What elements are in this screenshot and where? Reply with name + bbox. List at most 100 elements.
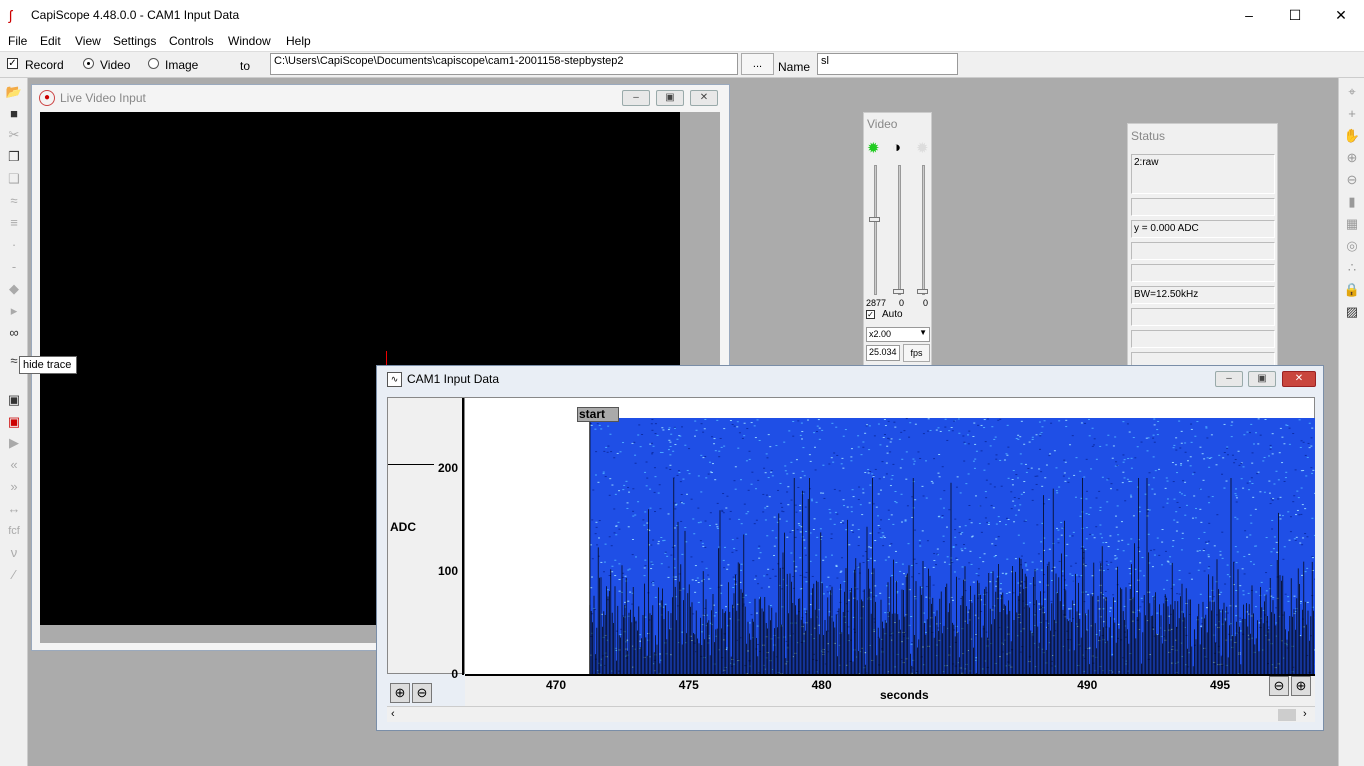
auto-label: Auto (882, 309, 903, 320)
zoom-in-icon[interactable]: ⊕ (1343, 149, 1361, 167)
video-panel-title: Video (867, 117, 898, 131)
horizontal-scrollbar[interactable]: ‹ › (387, 706, 1315, 722)
scroll-thumb[interactable] (1278, 709, 1296, 721)
minimize-button[interactable]: – (1226, 0, 1272, 31)
cam1-restore[interactable]: ▣ (1248, 371, 1276, 387)
zoom-select[interactable]: x2.00 ▼ (866, 327, 930, 342)
live-video-close[interactable]: ✕ (690, 90, 718, 106)
dash-icon[interactable]: - (5, 258, 23, 276)
x-tick-label: 490 (1077, 678, 1098, 692)
nu-icon[interactable]: ν (5, 544, 23, 562)
cam1-minimize[interactable]: – (1215, 371, 1243, 387)
hand-icon[interactable]: ✋ (1343, 127, 1361, 145)
menu-help[interactable]: Help (286, 34, 311, 48)
trigger-line[interactable] (388, 464, 434, 465)
fps-button[interactable]: fps (903, 344, 930, 362)
lock-icon[interactable]: 🔒 (1343, 281, 1361, 299)
arrow-marker-icon[interactable]: ▸ (5, 302, 23, 320)
zoom-value: x2.00 (869, 329, 892, 339)
cursor-marker (386, 351, 387, 365)
cam1-close[interactable]: ✕ (1282, 371, 1316, 387)
menu-window[interactable]: Window (228, 34, 271, 48)
path-field[interactable]: C:\Users\CapiScope\Documents\capiscope\c… (270, 53, 738, 75)
link-icon[interactable]: ↔ (5, 500, 23, 518)
contrast-slider-thumb[interactable] (893, 289, 904, 294)
saturation-slider-track[interactable] (922, 165, 925, 295)
play-icon[interactable]: ▶ (5, 434, 23, 452)
contrast-value: 0 (899, 298, 905, 308)
image-radio[interactable] (148, 58, 159, 69)
menu-settings[interactable]: Settings (113, 34, 156, 48)
plot-area[interactable]: start (465, 397, 1315, 675)
live-video-minimize[interactable]: – (622, 90, 650, 106)
wave-icon[interactable]: ≈ (5, 192, 23, 210)
menu-edit[interactable]: Edit (40, 34, 61, 48)
chevron-down-icon: ▼ (919, 328, 927, 337)
rewind-icon[interactable]: « (5, 456, 23, 474)
cam1-window: ∿ CAM1 Input Data – ▣ ✕ ADC 200 100 0 ⊕ … (376, 365, 1324, 731)
browse-button[interactable]: ... (741, 53, 774, 75)
cut-icon[interactable]: ✂ (5, 126, 23, 144)
forward-icon[interactable]: » (5, 478, 23, 496)
slope-icon[interactable]: ∕ (5, 566, 23, 584)
clipboard-icon[interactable]: ▮ (1343, 193, 1361, 211)
image-edit-icon[interactable]: ▨ (1343, 303, 1361, 321)
crosshair-icon[interactable]: ⌖ (1343, 83, 1361, 101)
maximize-button[interactable]: ☐ (1272, 0, 1318, 31)
left-toolbar: 📂 ■ ✂ ❐ ❑ ≈ ≡ · - ◆ ▸ ∞ ≈ ▣ ▣ ▶ « » ↔ fc… (0, 78, 28, 766)
saturation-value: 0 (923, 298, 929, 308)
menu-bar: File Edit View Settings Controls Window … (0, 31, 1364, 51)
record-checkbox[interactable]: ✓ (7, 58, 18, 69)
menu-file[interactable]: File (8, 34, 27, 48)
fcf-icon[interactable]: fcf (5, 522, 23, 540)
dot-icon[interactable]: · (5, 236, 23, 254)
status-row: y = 0.000 ADC (1131, 220, 1275, 238)
copy-icon[interactable]: ❐ (5, 148, 23, 166)
start-marker[interactable]: start (577, 407, 619, 422)
live-video-restore[interactable]: ▣ (656, 90, 684, 106)
dots-icon[interactable]: ∴ (1343, 259, 1361, 277)
save-icon[interactable]: ■ (5, 105, 23, 123)
status-row (1131, 308, 1275, 326)
record-toolbar: ✓ Record Video Image to C:\Users\CapiSco… (0, 51, 1364, 78)
x-zoom-in-button[interactable]: ⊕ (1291, 676, 1311, 696)
close-button[interactable]: ✕ (1318, 0, 1364, 31)
scroll-left-icon[interactable]: ‹ (391, 708, 395, 720)
zoom-out-icon[interactable]: ⊖ (1343, 171, 1361, 189)
brightness-slider-track[interactable] (874, 165, 877, 295)
grid-icon[interactable]: ▦ (1343, 215, 1361, 233)
status-row (1131, 198, 1275, 216)
target-icon[interactable]: ◎ (1343, 237, 1361, 255)
contrast-slider-track[interactable] (898, 165, 901, 295)
live-video-titlebar[interactable]: ● Live Video Input – ▣ ✕ (32, 85, 729, 111)
y-zoom-in-button[interactable]: ⊕ (390, 683, 410, 703)
fps-field[interactable]: 25.034 (866, 345, 900, 361)
video-radio[interactable] (83, 58, 94, 69)
x-zoom-out-button[interactable]: ⊖ (1269, 676, 1289, 696)
plus-cursor-icon[interactable]: + (1343, 105, 1361, 123)
glasses-icon[interactable]: ∞ (5, 324, 23, 342)
auto-checkbox[interactable]: ✓ (866, 310, 875, 319)
paste-icon[interactable]: ❑ (5, 170, 23, 188)
y-tick-label: 200 (437, 461, 458, 476)
scroll-right-icon[interactable]: › (1303, 708, 1307, 720)
right-toolbar: ⌖ + ✋ ⊕ ⊖ ▮ ▦ ◎ ∴ 🔒 ▨ (1338, 78, 1364, 766)
menu-view[interactable]: View (75, 34, 101, 48)
y-axis-panel: ADC 200 100 0 ⊕ ⊖ (387, 397, 465, 703)
marker-icon[interactable]: ◆ (5, 280, 23, 298)
menu-controls[interactable]: Controls (169, 34, 214, 48)
open-folder-icon[interactable]: 📂 (5, 83, 23, 101)
y-zoom-out-button[interactable]: ⊖ (412, 683, 432, 703)
brightness-slider-thumb[interactable] (869, 217, 880, 222)
cam1-titlebar[interactable]: ∿ CAM1 Input Data – ▣ ✕ (377, 366, 1323, 392)
record-camera-icon[interactable]: ▣ (5, 413, 23, 431)
name-field[interactable]: sl (817, 53, 958, 75)
status-row: 2:raw (1131, 154, 1275, 194)
saturation-slider-thumb[interactable] (917, 289, 928, 294)
x-tick-label: 475 (678, 678, 699, 692)
y-tick-label: 0 (451, 667, 458, 681)
lines-icon[interactable]: ≡ (5, 214, 23, 232)
x-axis-label: seconds (880, 688, 929, 702)
camera-icon[interactable]: ▣ (5, 391, 23, 409)
video-label: Video (100, 58, 131, 72)
